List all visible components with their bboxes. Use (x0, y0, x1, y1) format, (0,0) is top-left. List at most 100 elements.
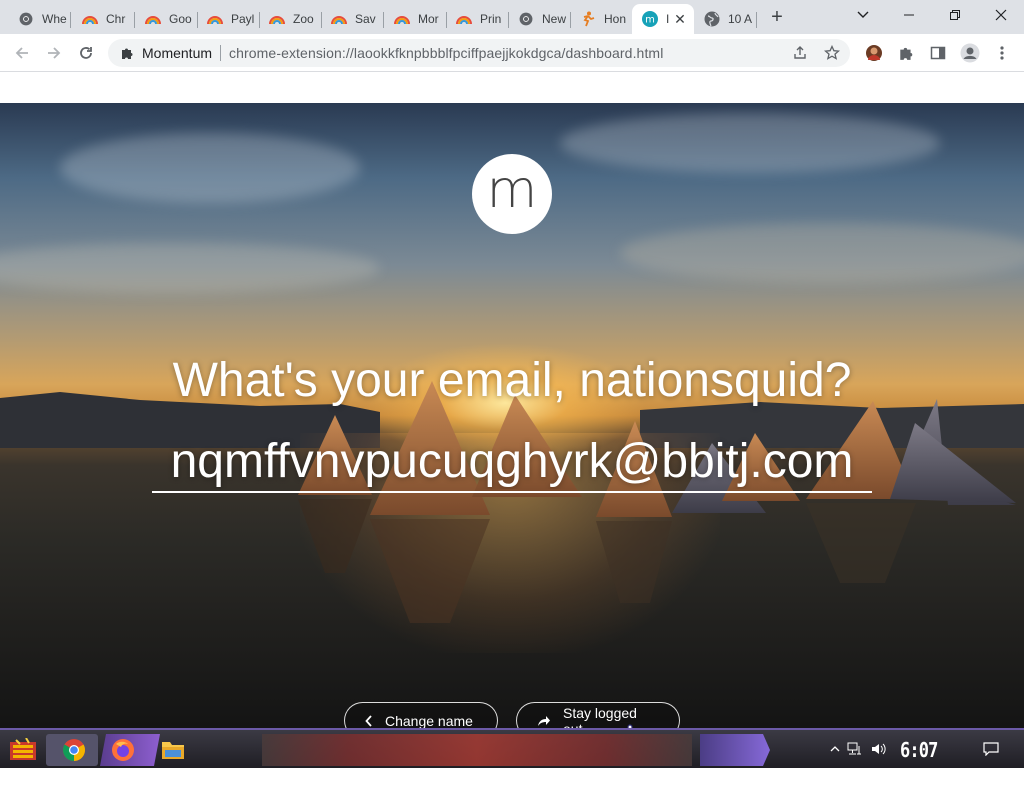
browser-toolbar: Momentum chrome-extension://laookkfknpbb… (0, 34, 1024, 72)
tab-4[interactable]: Payl (197, 4, 257, 34)
share-button[interactable] (792, 45, 808, 61)
tab-title: Goo (169, 12, 192, 26)
action-center-button[interactable] (982, 740, 1000, 758)
firefox-taskbar-button[interactable] (110, 737, 136, 763)
chrome-icon (63, 739, 85, 761)
momentum-logo: m (472, 154, 552, 234)
arrow-left-icon (15, 47, 28, 59)
share-icon (794, 46, 806, 59)
tab-title: Whe (42, 12, 67, 26)
close-icon (995, 9, 1007, 21)
tab-2[interactable]: Chr (72, 4, 132, 34)
show-hidden-icons-button[interactable] (826, 740, 844, 758)
email-input[interactable] (152, 431, 872, 493)
tab-1[interactable]: Whe (8, 4, 68, 34)
forward-arrow-icon (537, 715, 551, 727)
momentum-dashboard: m What's your email, nationsquid? Change… (0, 72, 1024, 728)
speaker-icon (872, 743, 886, 755)
change-name-button[interactable]: Change name (344, 702, 498, 728)
bookmark-button[interactable] (823, 44, 841, 61)
globe-icon (704, 11, 720, 27)
omnibox-divider (220, 45, 222, 61)
more-vert-icon (1000, 46, 1004, 60)
chevron-down-icon (857, 11, 869, 18)
address-bar[interactable]: Momentum chrome-extension://laookkfknpbb… (108, 39, 850, 67)
tab-6[interactable]: Sav (321, 4, 381, 34)
tab-strip: Whe Chr Goo Payl Zoo Sav Mor Prin New Hon m I ✕ 10 A … (0, 0, 1024, 34)
momentum-icon: m (642, 11, 658, 27)
tab-title: New (542, 12, 567, 26)
folder-icon (162, 742, 184, 759)
start-logo-icon (10, 738, 36, 760)
tab-separator (756, 12, 757, 28)
close-tab-icon[interactable]: ✕ (672, 11, 688, 27)
extensions-button[interactable] (895, 42, 917, 64)
taskbar-skin-art (262, 734, 692, 766)
chevron-left-icon (365, 714, 373, 727)
change-name-label: Change name (385, 712, 473, 729)
rainbow-icon (394, 11, 410, 27)
tab-11[interactable]: m I ✕ (632, 4, 694, 34)
taskbar-clock[interactable]: 6:07 AM (900, 736, 954, 790)
network-button[interactable] (846, 740, 864, 758)
restore-icon (950, 10, 960, 20)
minimize-button[interactable] (886, 0, 932, 30)
tab-8[interactable]: Prin (446, 4, 506, 34)
firefox-icon (112, 739, 134, 761)
minimize-icon (904, 14, 914, 16)
stay-logged-out-button[interactable]: Stay logged out (516, 702, 680, 728)
tab-title: 10 A (728, 12, 753, 26)
tab-search-button[interactable] (840, 0, 886, 30)
restore-button[interactable] (932, 0, 978, 30)
tab-7[interactable]: Mor (384, 4, 444, 34)
side-panel-icon (930, 46, 946, 60)
runner-icon (580, 11, 596, 27)
puzzle-piece-icon (122, 48, 133, 59)
profile-extension-button[interactable] (863, 42, 885, 64)
tab-12[interactable]: 10 A (694, 4, 754, 34)
back-button[interactable] (8, 39, 36, 67)
start-button[interactable] (10, 737, 36, 763)
taskbar-skin-accent (700, 734, 770, 766)
rainbow-icon (269, 11, 285, 27)
network-icon (847, 742, 861, 755)
email-prompt: What's your email, nationsquid? (172, 354, 852, 407)
tab-title: Sav (355, 12, 376, 26)
background-photo: m What's your email, nationsquid? Change… (0, 103, 1024, 728)
extension-name: Momentum (142, 45, 213, 61)
tab-3[interactable]: Goo (135, 4, 195, 34)
tab-title: Payl (231, 12, 255, 26)
arrow-right-icon (48, 47, 61, 59)
svg-text:m: m (645, 15, 655, 26)
tab-title: Mor (418, 12, 439, 26)
tab-5[interactable]: Zoo (259, 4, 319, 34)
rainbow-icon (82, 11, 98, 27)
rainbow-icon (207, 11, 223, 27)
new-tab-button[interactable]: + (764, 6, 790, 28)
profile-button[interactable] (959, 42, 981, 64)
chrome-taskbar-button[interactable] (61, 737, 87, 763)
tab-title: Hon (604, 12, 627, 26)
tab-title: Prin (480, 12, 502, 26)
close-window-button[interactable] (978, 0, 1024, 30)
star-icon (823, 44, 841, 60)
puzzle-piece-icon (900, 47, 913, 60)
reload-button[interactable] (72, 39, 100, 67)
tab-separator (70, 12, 71, 28)
menu-button[interactable] (991, 42, 1013, 64)
side-panel-button[interactable] (927, 42, 949, 64)
notification-icon (983, 742, 999, 756)
forward-button[interactable] (40, 39, 68, 67)
rainbow-icon (331, 11, 347, 27)
chrome-icon (518, 11, 534, 27)
tab-title: Chr (106, 12, 126, 26)
extension-chip[interactable]: Momentum (108, 45, 212, 61)
url-text[interactable]: chrome-extension://laookkfknpbbblfpciffp… (229, 45, 663, 61)
avatar-icon (866, 45, 882, 61)
tab-9[interactable]: New (508, 4, 568, 34)
volume-button[interactable] (870, 740, 888, 758)
rainbow-icon (145, 11, 161, 27)
file-explorer-taskbar-button[interactable] (160, 737, 186, 763)
windows-taskbar: 6:07 AM (0, 728, 1024, 790)
tab-10[interactable]: Hon (570, 4, 630, 34)
